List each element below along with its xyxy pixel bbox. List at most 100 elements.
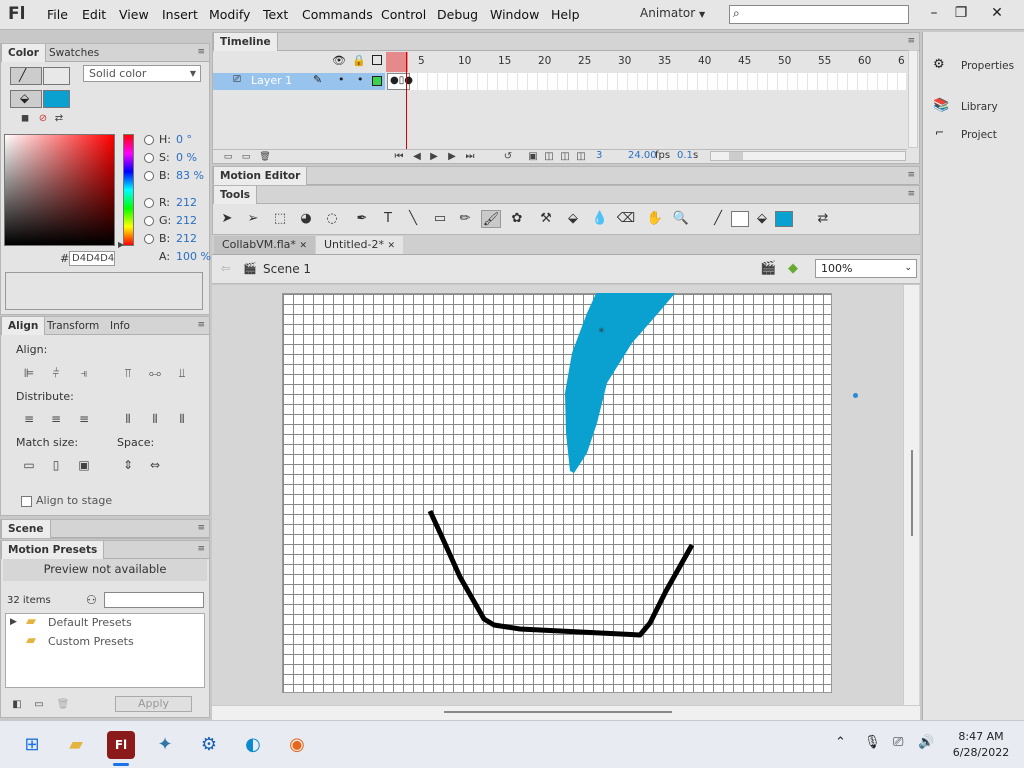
library-button[interactable]: Library bbox=[961, 101, 998, 113]
align-left-icon[interactable]: ⊫ bbox=[21, 365, 37, 381]
panel-menu-icon[interactable]: ≡ bbox=[907, 36, 915, 46]
back-arrow-icon[interactable]: ⇦ bbox=[221, 262, 230, 275]
tab-swatches[interactable]: Swatches bbox=[43, 44, 105, 62]
menu-file[interactable]: File bbox=[47, 7, 68, 22]
radio-blue[interactable] bbox=[144, 234, 154, 244]
layer-row[interactable]: ⎚ Layer 1 ✎ • • bbox=[213, 73, 385, 90]
frame-rate[interactable]: 24.00 bbox=[628, 150, 657, 161]
tab-motion-editor[interactable]: Motion Editor bbox=[213, 167, 308, 185]
outline-icon[interactable] bbox=[372, 55, 382, 65]
animate-app-icon[interactable]: Fl bbox=[107, 731, 135, 759]
center-frame-icon[interactable]: ▣ bbox=[525, 149, 541, 165]
close-icon[interactable]: ✕ bbox=[299, 241, 307, 251]
value-b[interactable]: 83 % bbox=[176, 169, 204, 182]
align-vcenter-icon[interactable]: ⧟ bbox=[147, 365, 163, 381]
text-tool-icon[interactable]: T bbox=[378, 210, 398, 228]
radio-g[interactable] bbox=[144, 216, 154, 226]
preset-folder-custom[interactable]: Custom Presets bbox=[48, 635, 134, 648]
rectangle-tool-icon[interactable]: ▭ bbox=[430, 210, 450, 228]
panel-menu-icon[interactable]: ≡ bbox=[197, 523, 205, 533]
menu-debug[interactable]: Debug bbox=[437, 7, 478, 22]
stroke-swatch[interactable] bbox=[43, 67, 70, 85]
line-tool-icon[interactable]: ╲ bbox=[403, 210, 423, 228]
no-color-icon[interactable]: ⊘ bbox=[35, 111, 51, 127]
tab-motion-presets[interactable]: Motion Presets bbox=[1, 541, 105, 559]
value-blue[interactable]: 212 bbox=[176, 232, 197, 245]
frame-track[interactable] bbox=[388, 73, 906, 90]
lock-dot[interactable]: • bbox=[357, 73, 364, 86]
edit-scene-icon[interactable]: 🎬 bbox=[760, 261, 776, 276]
menu-window[interactable]: Window bbox=[490, 7, 539, 22]
align-to-stage-checkbox[interactable] bbox=[21, 496, 32, 507]
lock-icon[interactable]: 🔒 bbox=[352, 54, 366, 67]
distribute-hcenter-icon[interactable]: ⦀ bbox=[147, 411, 163, 427]
hex-input[interactable]: D4D4D4 bbox=[69, 251, 115, 266]
new-preset-icon[interactable]: ◧ bbox=[9, 697, 25, 713]
subselection-tool-icon[interactable]: ➢ bbox=[243, 210, 263, 228]
lasso-icon[interactable]: ◌ bbox=[322, 210, 342, 228]
zoom-tool-icon[interactable]: 🔍 bbox=[671, 210, 691, 228]
doc-tab-untitled[interactable]: Untitled-2* ✕ bbox=[316, 236, 404, 254]
close-icon[interactable]: ✕ bbox=[387, 241, 395, 251]
timeline-hscrollbar[interactable] bbox=[710, 151, 906, 161]
scroll-thumb[interactable] bbox=[911, 450, 913, 536]
hue-slider[interactable] bbox=[123, 134, 134, 246]
panel-menu-icon[interactable]: ≡ bbox=[197, 47, 205, 57]
stroke-color-swatch[interactable] bbox=[731, 211, 749, 227]
distribute-top-icon[interactable]: ≡ bbox=[21, 411, 37, 427]
delete-layer-icon[interactable]: 🗑 bbox=[257, 149, 273, 165]
file-explorer-icon[interactable]: ▰ bbox=[62, 731, 90, 759]
stage-vscrollbar[interactable] bbox=[903, 285, 919, 705]
3d-rotation-icon[interactable]: ◕ bbox=[296, 210, 316, 228]
tab-info[interactable]: Info bbox=[104, 317, 136, 335]
align-top-icon[interactable]: ⫪ bbox=[120, 365, 136, 381]
microphone-icon[interactable]: 🎙 bbox=[864, 735, 881, 750]
panel-menu-icon[interactable]: ≡ bbox=[197, 320, 205, 330]
selection-dot[interactable] bbox=[853, 393, 858, 398]
volume-icon[interactable]: 🔊 bbox=[918, 735, 934, 750]
distribute-bottom-icon[interactable]: ≡ bbox=[76, 411, 92, 427]
vm-app-icon[interactable]: ✦ bbox=[151, 731, 179, 759]
menu-commands[interactable]: Commands bbox=[302, 7, 373, 22]
menu-modify[interactable]: Modify bbox=[209, 7, 250, 22]
edit-multiple-icon[interactable]: ◫ bbox=[573, 149, 589, 165]
radio-r[interactable] bbox=[144, 198, 154, 208]
first-frame-icon[interactable]: ⏮ bbox=[391, 149, 407, 165]
color-gradient-picker[interactable] bbox=[4, 134, 115, 246]
workspace-switcher[interactable]: Animator ▼ bbox=[640, 6, 705, 20]
space-vertical-icon[interactable]: ⇕ bbox=[120, 457, 136, 473]
menu-text[interactable]: Text bbox=[263, 7, 288, 22]
delete-icon[interactable]: 🗑 bbox=[55, 697, 71, 713]
distribute-right-icon[interactable]: ⦀ bbox=[174, 411, 190, 427]
close-button[interactable]: ✕ bbox=[983, 2, 1011, 24]
distribute-left-icon[interactable]: ⦀ bbox=[120, 411, 136, 427]
visibility-dot[interactable]: • bbox=[338, 73, 345, 86]
tab-color[interactable]: Color bbox=[1, 44, 46, 62]
bone-tool-icon[interactable]: ⚒ bbox=[536, 210, 556, 228]
stage-hscrollbar[interactable] bbox=[212, 705, 920, 720]
preset-search-input[interactable] bbox=[104, 592, 204, 608]
brush-tool-icon[interactable]: 🖌 bbox=[481, 210, 501, 228]
scroll-thumb[interactable] bbox=[444, 711, 672, 713]
drawing-layer[interactable]: ✳ bbox=[282, 293, 832, 693]
menu-control[interactable]: Control bbox=[381, 7, 426, 22]
edit-symbols-icon[interactable]: ◆ bbox=[788, 261, 798, 276]
apply-button[interactable]: Apply bbox=[115, 696, 192, 712]
network-icon[interactable]: ⎚ bbox=[893, 735, 903, 750]
play-icon[interactable]: ▶ bbox=[426, 149, 442, 165]
stroke-color-button[interactable]: ╱ bbox=[10, 67, 42, 85]
value-r[interactable]: 212 bbox=[176, 196, 197, 209]
new-folder-icon[interactable]: ▭ bbox=[238, 149, 254, 165]
clock-date[interactable]: 6/28/2022 bbox=[946, 746, 1016, 759]
menu-insert[interactable]: Insert bbox=[162, 7, 198, 22]
loop-icon[interactable]: ↺ bbox=[500, 149, 516, 165]
swap-colors-icon[interactable]: ⇄ bbox=[51, 111, 67, 127]
fill-color-swatch[interactable] bbox=[775, 211, 793, 227]
value-h[interactable]: 0 ° bbox=[176, 133, 192, 146]
timeline-vscrollbar[interactable] bbox=[908, 50, 918, 148]
eye-icon[interactable]: 👁 bbox=[332, 54, 346, 67]
eyedropper-icon[interactable]: 💧 bbox=[590, 210, 610, 228]
layer-color-swatch[interactable] bbox=[372, 76, 382, 86]
new-layer-icon[interactable]: ▭ bbox=[220, 149, 236, 165]
match-both-icon[interactable]: ▣ bbox=[76, 457, 92, 473]
